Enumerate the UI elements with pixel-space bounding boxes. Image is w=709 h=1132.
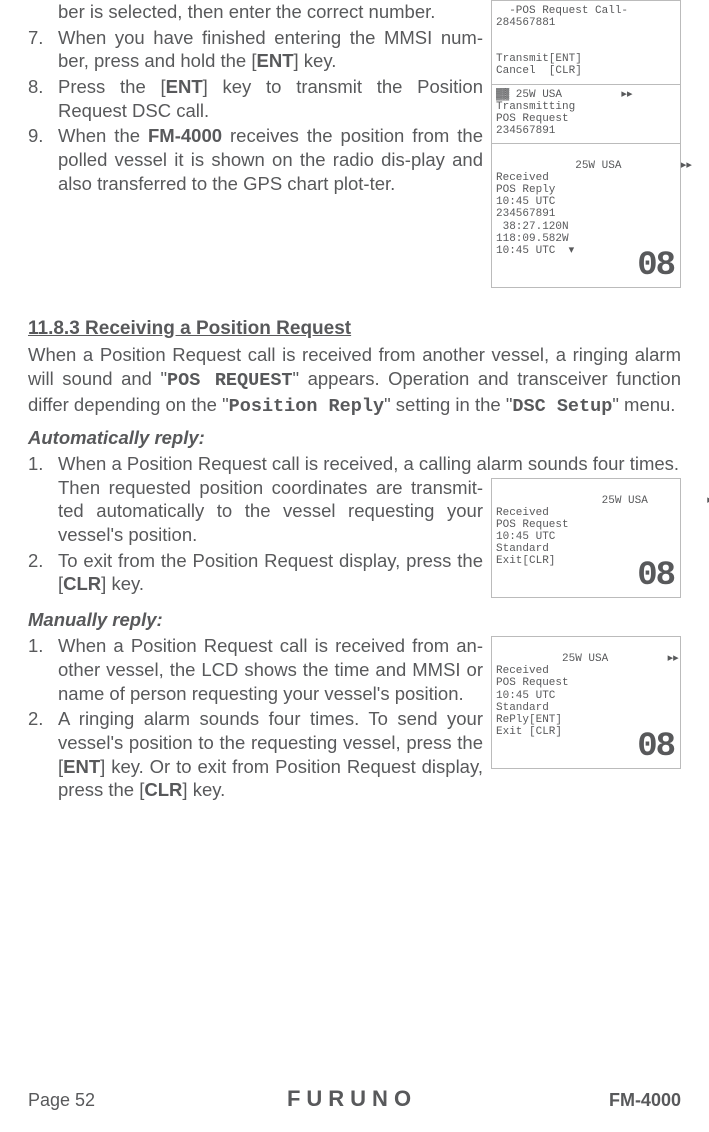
ent-key: ENT [257,50,294,71]
manual-step-1: 1. When a Position Request call is recei… [58,634,681,705]
section-intro: When a Position Request call is received… [28,343,681,418]
manual-step-1-num: 1. [28,634,52,658]
intro-e: " setting in the " [384,394,512,415]
manual-step-2-text-b: ] key. Or to exit from Position Request … [58,756,483,801]
step-lead: ber is selected, then enter the correct … [58,0,681,24]
intro-g: " menu. [612,394,675,415]
auto-step-2: 2. To exit from the Position Request dis… [58,549,681,596]
lcd-position-reply-label: Position Reply [229,396,384,417]
auto-step-1-num: 1. [28,452,52,476]
auto-reply-title: Automatically reply: [28,426,681,450]
fm-4000: FM-4000 [148,125,222,146]
clr-key: CLR [63,573,101,594]
step-7-text-b: ] key. [294,50,337,71]
section-title-receiving: 11.8.3 Receiving a Position Request [28,317,681,341]
step-8-num: 8. [28,75,52,99]
step-7: 7. When you have finished entering the M… [58,26,681,73]
manual-step-list: 1. When a Position Request call is recei… [28,634,681,802]
manual-reply-title: Manually reply: [28,608,681,632]
auto-step-2-text-b: ] key. [101,573,144,594]
auto-step-1: 1. When a Position Request call is recei… [58,452,681,547]
page-number: Page 52 [28,1090,95,1111]
manual-step-2-text-c: ] key. [182,779,225,800]
footer: Page 52 FURUNO FM-4000 [28,1086,681,1112]
manual-step-2-num: 2. [28,707,52,731]
lcd-dsc-setup-label: DSC Setup [512,396,612,417]
clr-key: CLR [144,779,182,800]
lcd-channel-08: 08 [637,249,674,283]
model-label: FM-4000 [609,1090,681,1111]
brand-logo: FURUNO [287,1086,417,1112]
auto-step-2-num: 2. [28,549,52,573]
step-8-text-a: Press the [ [58,76,166,97]
step-lead-text: ber is selected, then enter the correct … [58,1,435,22]
step-9-text-a: When the [58,125,148,146]
step-9-num: 9. [28,124,52,148]
step-9: 9. When the FM-4000 receives the positio… [58,124,681,195]
lcd-pos-request-label: POS REQUEST [167,370,292,391]
top-step-list: ber is selected, then enter the correct … [28,0,681,195]
ent-key: ENT [63,756,100,777]
manual-step-2: 2. A ringing alarm sounds four times. To… [58,707,681,802]
ent-key: ENT [166,76,203,97]
auto-step-list: 1. When a Position Request call is recei… [28,452,681,596]
step-7-num: 7. [28,26,52,50]
step-8: 8. Press the [ENT] key to transmit the P… [58,75,681,122]
manual-step-1-text: When a Position Request call is received… [58,635,483,703]
